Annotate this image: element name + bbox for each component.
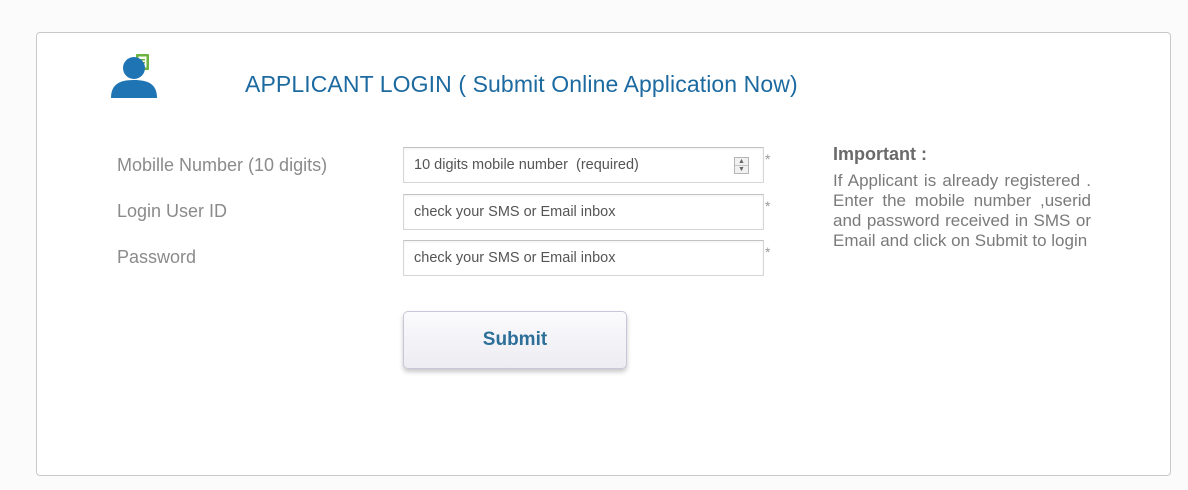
number-spinner[interactable]: ▲ ▼ [734,157,749,174]
mobile-number-label: Mobille Number (10 digits) [117,155,328,175]
password-required-mark: * [765,244,771,260]
important-heading: Important : [833,144,927,164]
login-userid-label: Login User ID [117,201,228,221]
userid-required-mark: * [765,198,771,214]
login-panel: APPLICANT LOGIN ( Submit Online Applicat… [36,32,1171,476]
password-label: Password [117,247,197,267]
important-note: If Applicant is already registered . Ent… [833,171,1091,250]
password-field-wrap [403,240,764,276]
submit-button[interactable]: Submit [403,311,627,369]
spinner-up-icon[interactable]: ▲ [735,158,748,165]
login-userid-input[interactable] [404,195,763,229]
mobile-number-field-wrap: ▲ ▼ [403,147,764,183]
spinner-down-icon[interactable]: ▼ [735,165,748,173]
user-document-icon [109,53,157,99]
login-userid-field-wrap [403,194,764,230]
mobile-number-input[interactable] [404,148,763,182]
page-title: APPLICANT LOGIN ( Submit Online Applicat… [245,71,798,97]
password-input[interactable] [404,241,763,275]
mobile-required-mark: * [765,151,771,167]
